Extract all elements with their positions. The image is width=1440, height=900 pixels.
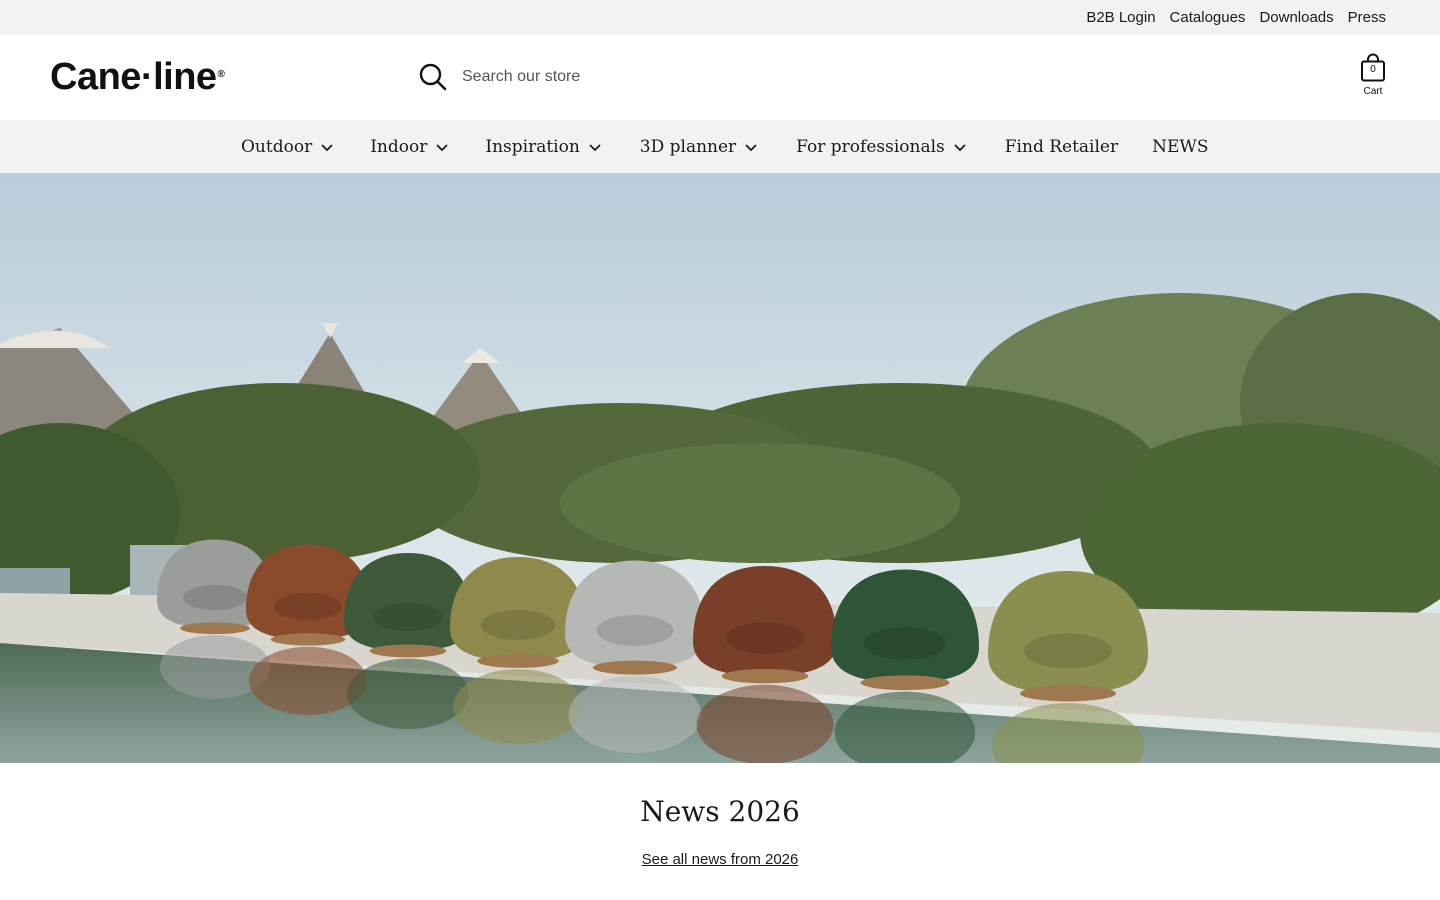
nav-item-find-retailer[interactable]: Find Retailer	[1005, 137, 1118, 157]
news-link-wrap: See all news from 2026	[0, 851, 1440, 869]
cart-count: 0	[1370, 64, 1376, 75]
search-icon[interactable]	[418, 62, 448, 92]
lounge-chair	[693, 566, 837, 763]
nav-item-indoor[interactable]: Indoor	[370, 137, 449, 157]
logo-registered-mark: ®	[217, 69, 225, 80]
chevron-down-icon	[589, 143, 601, 151]
chevron-down-icon	[745, 143, 757, 151]
see-all-news-link[interactable]: See all news from 2026	[642, 851, 799, 868]
chevron-down-icon	[436, 143, 448, 151]
b2b-login-link[interactable]: B2B Login	[1086, 9, 1155, 26]
lounge-chair	[988, 571, 1148, 763]
nav-item-outdoor[interactable]: Outdoor	[241, 137, 334, 157]
nav-item-news[interactable]: NEWS	[1152, 137, 1208, 157]
main-navigation: Outdoor Indoor Inspiration 3D planner Fo…	[0, 120, 1440, 173]
chevron-down-icon	[321, 143, 333, 151]
lounge-chair	[565, 560, 705, 753]
lounge-chair	[450, 557, 586, 744]
downloads-link[interactable]: Downloads	[1259, 9, 1333, 26]
nav-item-inspiration[interactable]: Inspiration	[485, 137, 601, 157]
cart-label: Cart	[1363, 86, 1383, 97]
nav-item-3d-planner[interactable]: 3D planner	[640, 137, 758, 157]
nav-item-label: 3D planner	[639, 136, 737, 157]
utility-links: B2B Login Catalogues Downloads Press	[1086, 0, 1386, 35]
cart-button[interactable]: 0 Cart	[1354, 53, 1392, 103]
news-title: News 2026	[640, 795, 800, 828]
site-header: Cane·line® 0 Cart	[0, 35, 1440, 120]
press-link[interactable]: Press	[1348, 9, 1386, 26]
logo-text: Cane·line	[50, 56, 217, 98]
nav-item-label: Find Retailer	[1004, 136, 1119, 157]
shopping-bag-icon: 0	[1360, 53, 1386, 83]
search-bar	[418, 59, 1018, 95]
hero-banner[interactable]	[0, 173, 1440, 763]
nav-item-for-professionals[interactable]: For professionals	[796, 137, 967, 157]
nav-list: Outdoor Indoor Inspiration 3D planner Fo…	[241, 120, 1209, 173]
news-section: News 2026 See all news from 2026	[0, 763, 1440, 900]
utility-bar: B2B Login Catalogues Downloads Press	[0, 0, 1440, 35]
site-logo[interactable]: Cane·line®	[50, 56, 225, 98]
chevron-down-icon	[954, 143, 966, 151]
lounge-chair	[344, 553, 472, 729]
nav-item-label: Outdoor	[241, 136, 313, 157]
nav-item-label: Indoor	[370, 136, 428, 157]
nav-item-label: NEWS	[1152, 136, 1209, 157]
catalogues-link[interactable]: Catalogues	[1170, 9, 1246, 26]
hero-image	[0, 173, 1440, 763]
search-input[interactable]	[462, 62, 862, 92]
nav-item-label: For professionals	[796, 136, 945, 157]
lounge-chair	[831, 569, 979, 763]
nav-item-label: Inspiration	[485, 136, 580, 157]
